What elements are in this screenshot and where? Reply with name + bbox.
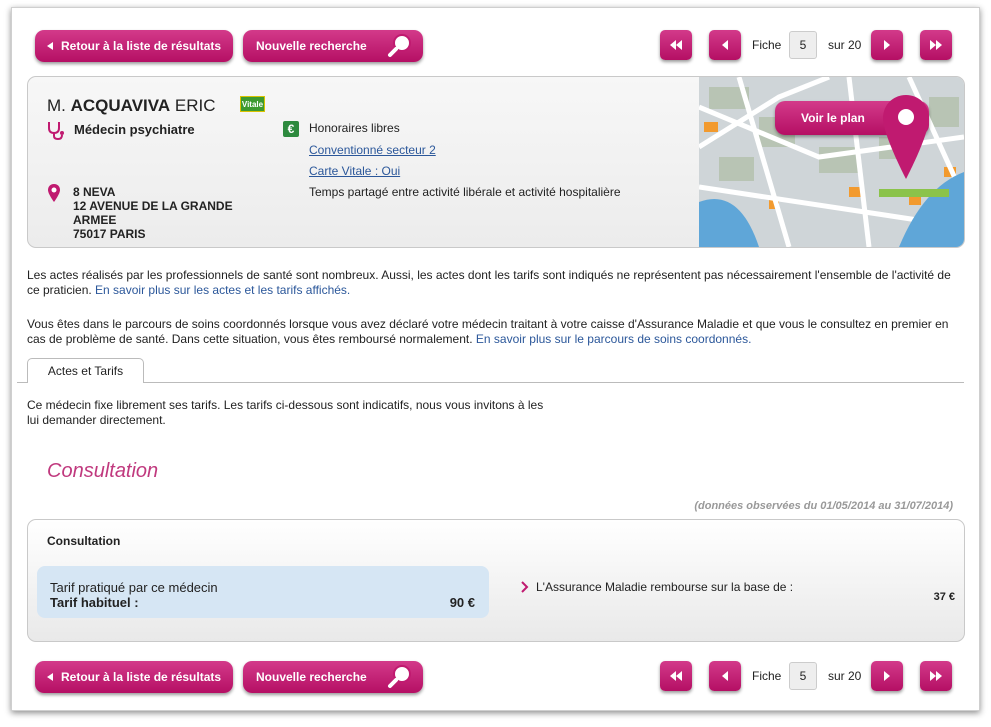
tariff-line-1: Tarif pratiqué par ce médecin	[50, 580, 218, 595]
page-number-field-bottom[interactable]: 5	[789, 662, 817, 690]
left-arrow-icon	[722, 40, 728, 50]
next-page-button-bottom[interactable]	[871, 661, 903, 691]
back-to-results-button-bottom[interactable]: Retour à la liste de résultats	[35, 661, 233, 693]
address-line-1: 8 NEVA	[73, 185, 116, 199]
previous-page-button[interactable]	[709, 30, 741, 60]
reimbursement-label: L'Assurance Maladie rembourse sur la bas…	[536, 580, 794, 594]
address-line-4: 75017 PARIS	[73, 227, 146, 241]
vitale-link[interactable]: Carte Vitale : Oui	[309, 164, 400, 179]
new-search-label: Nouvelle recherche	[256, 39, 367, 53]
page-number-field[interactable]: 5	[789, 31, 817, 59]
specialty: Médecin psychiatre	[74, 122, 195, 137]
fees-label: Honoraires libres	[309, 121, 400, 135]
previous-page-button-bottom[interactable]	[709, 661, 741, 691]
new-search-label: Nouvelle recherche	[256, 670, 367, 684]
back-to-results-label: Retour à la liste de résultats	[61, 39, 222, 53]
magnifier-icon	[388, 34, 411, 57]
view-map-label: Voir le plan	[801, 111, 865, 125]
doctor-card: M. ACQUAVIVA ERIC Vitale Médecin psychia…	[27, 76, 965, 248]
page-total-label: sur 20	[828, 38, 862, 52]
address-line-3: ARMEE	[73, 213, 117, 227]
right-arrow-icon	[884, 671, 890, 681]
last-page-button[interactable]	[920, 30, 952, 60]
info-paragraph-2: Vous êtes dans le parcours de soins coor…	[27, 317, 949, 346]
location-pin-icon	[48, 184, 60, 202]
page-total-label: sur 20	[828, 669, 862, 683]
tariff-line-2: Tarif habituel :	[50, 595, 139, 610]
fiche-label: Fiche	[752, 38, 782, 52]
vitale-card-icon: Vitale	[240, 96, 265, 112]
observation-period: (données observées du 01/05/2014 au 31/0…	[694, 500, 953, 512]
consultation-box: Consultation Tarif pratiqué par ce médec…	[27, 519, 965, 642]
stethoscope-icon	[48, 122, 64, 140]
consultation-box-title: Consultation	[47, 534, 121, 548]
left-arrow-icon	[722, 671, 728, 681]
back-arrow-icon	[47, 42, 53, 50]
acts-tariffs-link[interactable]: En savoir plus sur les actes et les tari…	[95, 283, 350, 297]
euro-icon: €	[283, 121, 299, 137]
last-page-button-bottom[interactable]	[920, 661, 952, 691]
section-title: Consultation	[47, 460, 159, 482]
tab-bar-divider	[17, 382, 27, 383]
tab-bar-divider	[144, 382, 964, 383]
map-pin-icon	[883, 95, 929, 179]
back-to-results-button[interactable]: Retour à la liste de résultats	[35, 30, 233, 62]
doctor-name: M. ACQUAVIVA ERIC	[47, 96, 216, 115]
fiche-label: Fiche	[752, 669, 782, 683]
reimbursement-value: 37 €	[933, 591, 955, 603]
address-line-2: 12 AVENUE DE LA GRANDE	[73, 199, 233, 213]
chevron-right-icon	[521, 581, 529, 593]
care-pathway-link[interactable]: En savoir plus sur le parcours de soins …	[476, 332, 751, 346]
right-arrow-icon	[884, 40, 890, 50]
tariff-value: 90 €	[449, 595, 475, 610]
tariff-panel: Tarif pratiqué par ce médecin Tarif habi…	[37, 566, 489, 618]
activity-text: Temps partagé entre activité libérale et…	[309, 185, 621, 199]
first-page-button-bottom[interactable]	[660, 661, 692, 691]
new-search-button[interactable]: Nouvelle recherche	[243, 30, 423, 62]
info-paragraph-1: Les actes réalisés par les professionnel…	[27, 268, 951, 297]
first-page-button[interactable]	[660, 30, 692, 60]
back-arrow-icon	[47, 673, 53, 681]
tab-actes-tarifs[interactable]: Actes et Tarifs	[27, 358, 144, 383]
tariff-notice: Ce médecin fixe librement ses tarifs. Le…	[27, 398, 544, 427]
next-page-button[interactable]	[871, 30, 903, 60]
back-to-results-label: Retour à la liste de résultats	[61, 670, 222, 684]
sector-link[interactable]: Conventionné secteur 2	[309, 143, 436, 158]
new-search-button-bottom[interactable]: Nouvelle recherche	[243, 661, 423, 693]
magnifier-icon	[388, 665, 411, 688]
